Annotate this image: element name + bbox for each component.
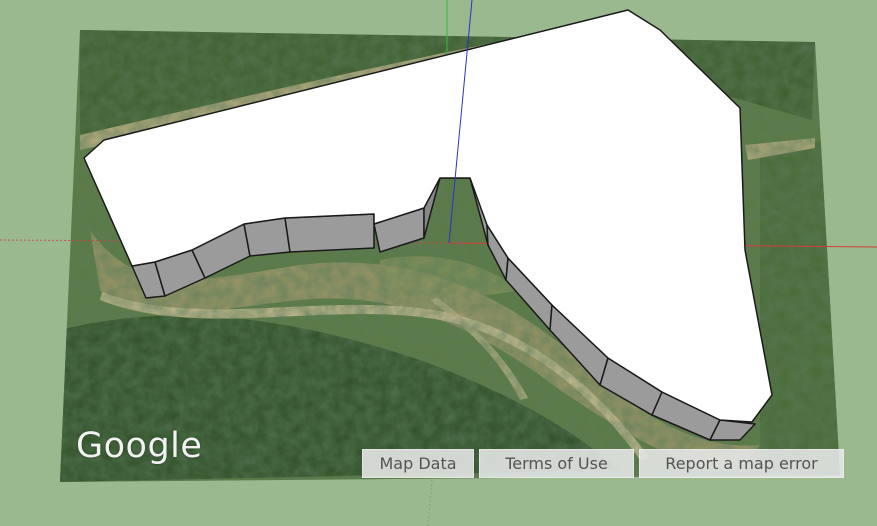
report-map-error-link[interactable]: Report a map error: [639, 449, 844, 478]
terms-of-use-link[interactable]: Terms of Use: [479, 449, 634, 478]
modeling-viewport[interactable]: Google Map Data Terms of Use Report a ma…: [0, 0, 877, 526]
wall-face: [284, 213, 375, 253]
map-data-link[interactable]: Map Data: [362, 449, 474, 478]
google-logo: Google: [76, 426, 203, 466]
green-axis-lower: [427, 479, 433, 526]
